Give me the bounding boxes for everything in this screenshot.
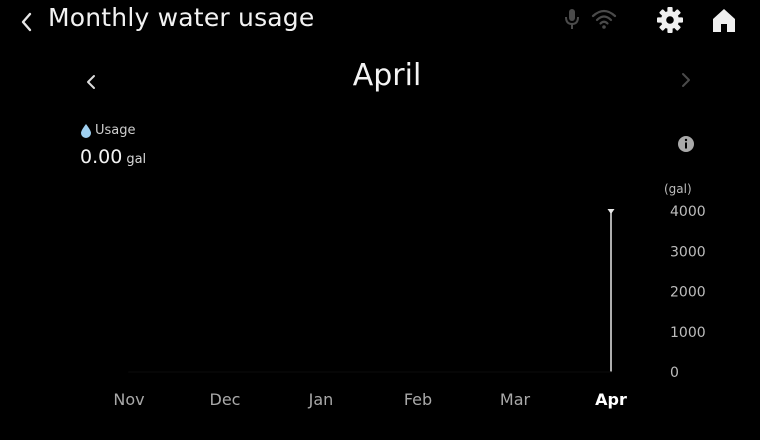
y-tick-label: 2000: [670, 285, 706, 301]
x-tick-label[interactable]: Apr: [595, 390, 627, 409]
x-tick-label[interactable]: Feb: [404, 390, 432, 409]
usage-chart: 0 1000 2000 3000 4000 Nov Dec Jan Feb Mar Apr: [113, 204, 706, 409]
y-tick-label: 1000: [670, 325, 706, 341]
data-point: [320, 371, 322, 373]
y-tick-label: 0: [670, 365, 679, 381]
x-tick-label[interactable]: Mar: [500, 390, 531, 409]
x-tick-label[interactable]: Jan: [308, 390, 334, 409]
y-tick-label: 4000: [670, 204, 706, 220]
data-point: [610, 371, 612, 373]
data-point: [514, 371, 516, 373]
data-point: [128, 371, 130, 373]
water-usage-screen: Monthly water usage April Usage 0.00 gal…: [0, 0, 760, 440]
selection-cursor-marker: [607, 209, 615, 214]
y-tick-label: 3000: [670, 244, 706, 260]
data-point: [224, 371, 226, 373]
data-point: [417, 371, 419, 373]
x-tick-label[interactable]: Dec: [210, 390, 241, 409]
x-tick-label[interactable]: Nov: [113, 390, 144, 409]
